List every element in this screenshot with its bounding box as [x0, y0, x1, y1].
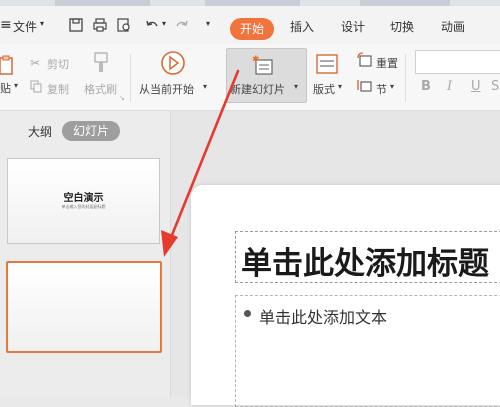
annotation-arrow	[161, 69, 240, 257]
